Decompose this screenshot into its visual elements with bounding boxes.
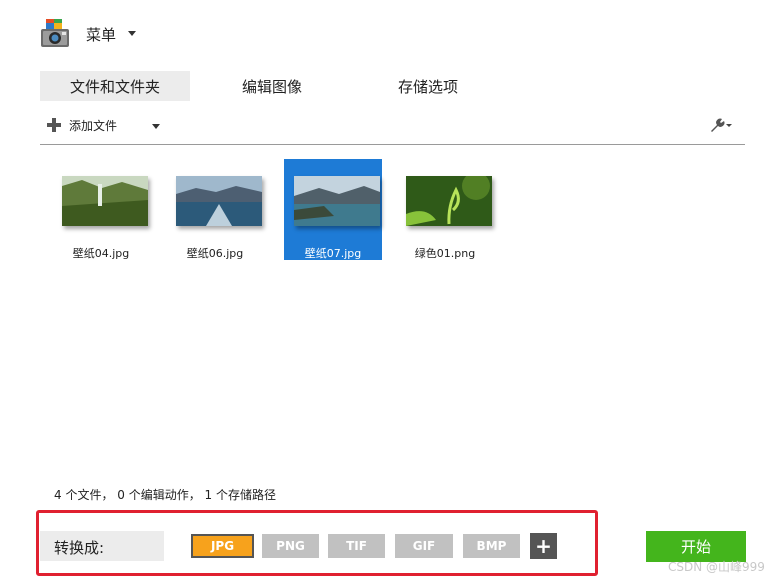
add-file-dropdown-icon[interactable] — [152, 124, 160, 129]
image-thumbnail — [176, 176, 262, 226]
menu-label[interactable]: 菜单 — [86, 24, 116, 45]
tab-edit-images[interactable]: 编辑图像 — [212, 71, 332, 101]
file-name: 壁纸06.jpg — [186, 247, 244, 260]
highlight-frame — [36, 510, 598, 576]
tab-save-options[interactable]: 存储选项 — [368, 71, 488, 101]
file-name: 绿色01.png — [414, 247, 476, 260]
wrench-icon[interactable] — [708, 117, 732, 133]
tab-files-folders[interactable]: 文件和文件夹 — [40, 71, 190, 101]
file-thumbnail[interactable]: 壁纸04.jpg — [52, 159, 150, 260]
chevron-down-icon[interactable] — [128, 31, 136, 36]
file-name: 壁纸07.jpg — [304, 247, 362, 260]
add-file-button[interactable]: 添加文件 — [69, 117, 117, 134]
file-thumbnail[interactable]: 绿色01.png — [396, 159, 494, 260]
status-summary: 4 个文件， 0 个编辑动作， 1 个存储路径 — [54, 488, 276, 502]
watermark-text: CSDN @山峰999 — [668, 560, 765, 574]
app-logo-icon[interactable] — [38, 17, 72, 49]
file-thumbnail[interactable]: 壁纸06.jpg — [166, 159, 264, 260]
toolbar-divider — [40, 144, 745, 145]
image-thumbnail — [294, 176, 380, 226]
add-icon[interactable] — [47, 118, 61, 132]
image-thumbnail — [62, 176, 148, 226]
image-thumbnail — [406, 176, 492, 226]
file-thumbnail-selected[interactable]: 壁纸07.jpg — [284, 159, 382, 260]
file-name: 壁纸04.jpg — [72, 247, 130, 260]
